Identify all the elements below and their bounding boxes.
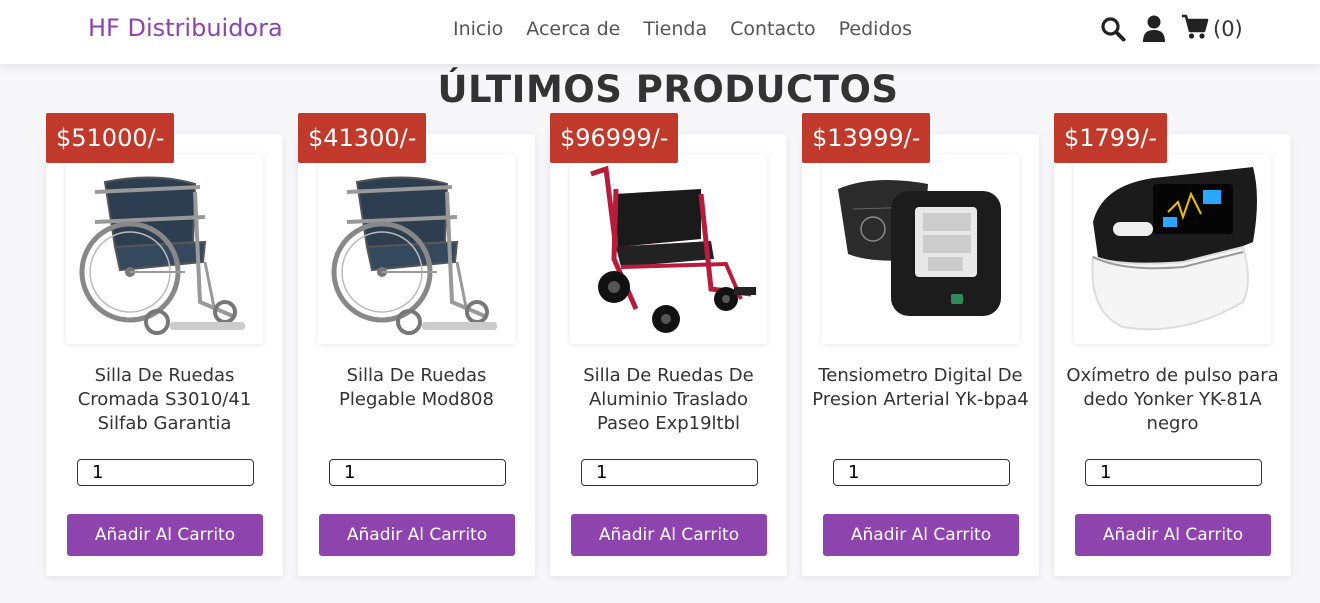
add-to-cart-button[interactable]: Añadir Al Carrito [319, 514, 515, 556]
price-badge: $51000/- [46, 113, 175, 163]
section-title: ÚLTIMOS PRODUCTOS [437, 68, 899, 111]
header-icons: (0) [1100, 14, 1243, 44]
quantity-input[interactable] [77, 459, 254, 486]
product-card: $96999/- Silla De Ruedas De Aluminio Tra… [550, 113, 787, 576]
product-image-pulse-oximeter[interactable] [1074, 154, 1271, 344]
product-image-blood-pressure-monitor[interactable] [822, 154, 1019, 344]
product-name[interactable]: Oxímetro de pulso para dedo Yonker YK-81… [1064, 364, 1281, 436]
quantity-input[interactable] [833, 459, 1010, 486]
nav-link-acerca-de[interactable]: Acerca de [526, 18, 620, 40]
nav-link-tienda[interactable]: Tienda [643, 18, 707, 40]
quantity-input[interactable] [581, 459, 758, 486]
product-list: $51000/- Silla De Ruedas Cromada S3010/4… [46, 113, 1291, 576]
search-icon[interactable] [1100, 14, 1126, 44]
product-card: $13999/- Tensiometro Digital De Presion … [802, 113, 1039, 576]
product-name[interactable]: Silla De Ruedas Plegable Mod808 [308, 364, 525, 412]
add-to-cart-button[interactable]: Añadir Al Carrito [571, 514, 767, 556]
site-logo[interactable]: HF Distribuidora [88, 14, 283, 42]
product-name[interactable]: Silla De Ruedas De Aluminio Traslado Pas… [560, 364, 777, 436]
user-icon[interactable] [1141, 14, 1167, 44]
quantity-input[interactable] [329, 459, 506, 486]
price-badge: $13999/- [802, 113, 931, 163]
price-badge: $41300/- [298, 113, 427, 163]
product-card: $1799/- Oxímetro de pulso para dedo Yonk… [1054, 113, 1291, 576]
add-to-cart-button[interactable]: Añadir Al Carrito [823, 514, 1019, 556]
cart-count: (0) [1213, 17, 1243, 41]
cart-icon [1181, 14, 1209, 44]
product-card: $41300/- Silla De Ruedas Plegable Mod808… [298, 113, 535, 576]
site-header: HF Distribuidora Inicio Acerca de Tienda… [0, 0, 1320, 64]
nav-link-inicio[interactable]: Inicio [453, 18, 503, 40]
add-to-cart-button[interactable]: Añadir Al Carrito [1075, 514, 1271, 556]
product-name[interactable]: Tensiometro Digital De Presion Arterial … [812, 364, 1029, 412]
product-name[interactable]: Silla De Ruedas Cromada S3010/41 Silfab … [56, 364, 273, 436]
cart-button[interactable]: (0) [1181, 14, 1243, 44]
product-image-wheelchair-chrome[interactable] [318, 154, 515, 344]
product-image-wheelchair-red[interactable] [570, 154, 767, 344]
product-image-wheelchair-chrome[interactable] [66, 154, 263, 344]
product-card: $51000/- Silla De Ruedas Cromada S3010/4… [46, 113, 283, 576]
price-badge: $1799/- [1054, 113, 1168, 163]
price-badge: $96999/- [550, 113, 679, 163]
nav-link-contacto[interactable]: Contacto [730, 18, 816, 40]
main-nav: Inicio Acerca de Tienda Contacto Pedidos [453, 18, 912, 40]
quantity-input[interactable] [1085, 459, 1262, 486]
nav-link-pedidos[interactable]: Pedidos [839, 18, 912, 40]
add-to-cart-button[interactable]: Añadir Al Carrito [67, 514, 263, 556]
